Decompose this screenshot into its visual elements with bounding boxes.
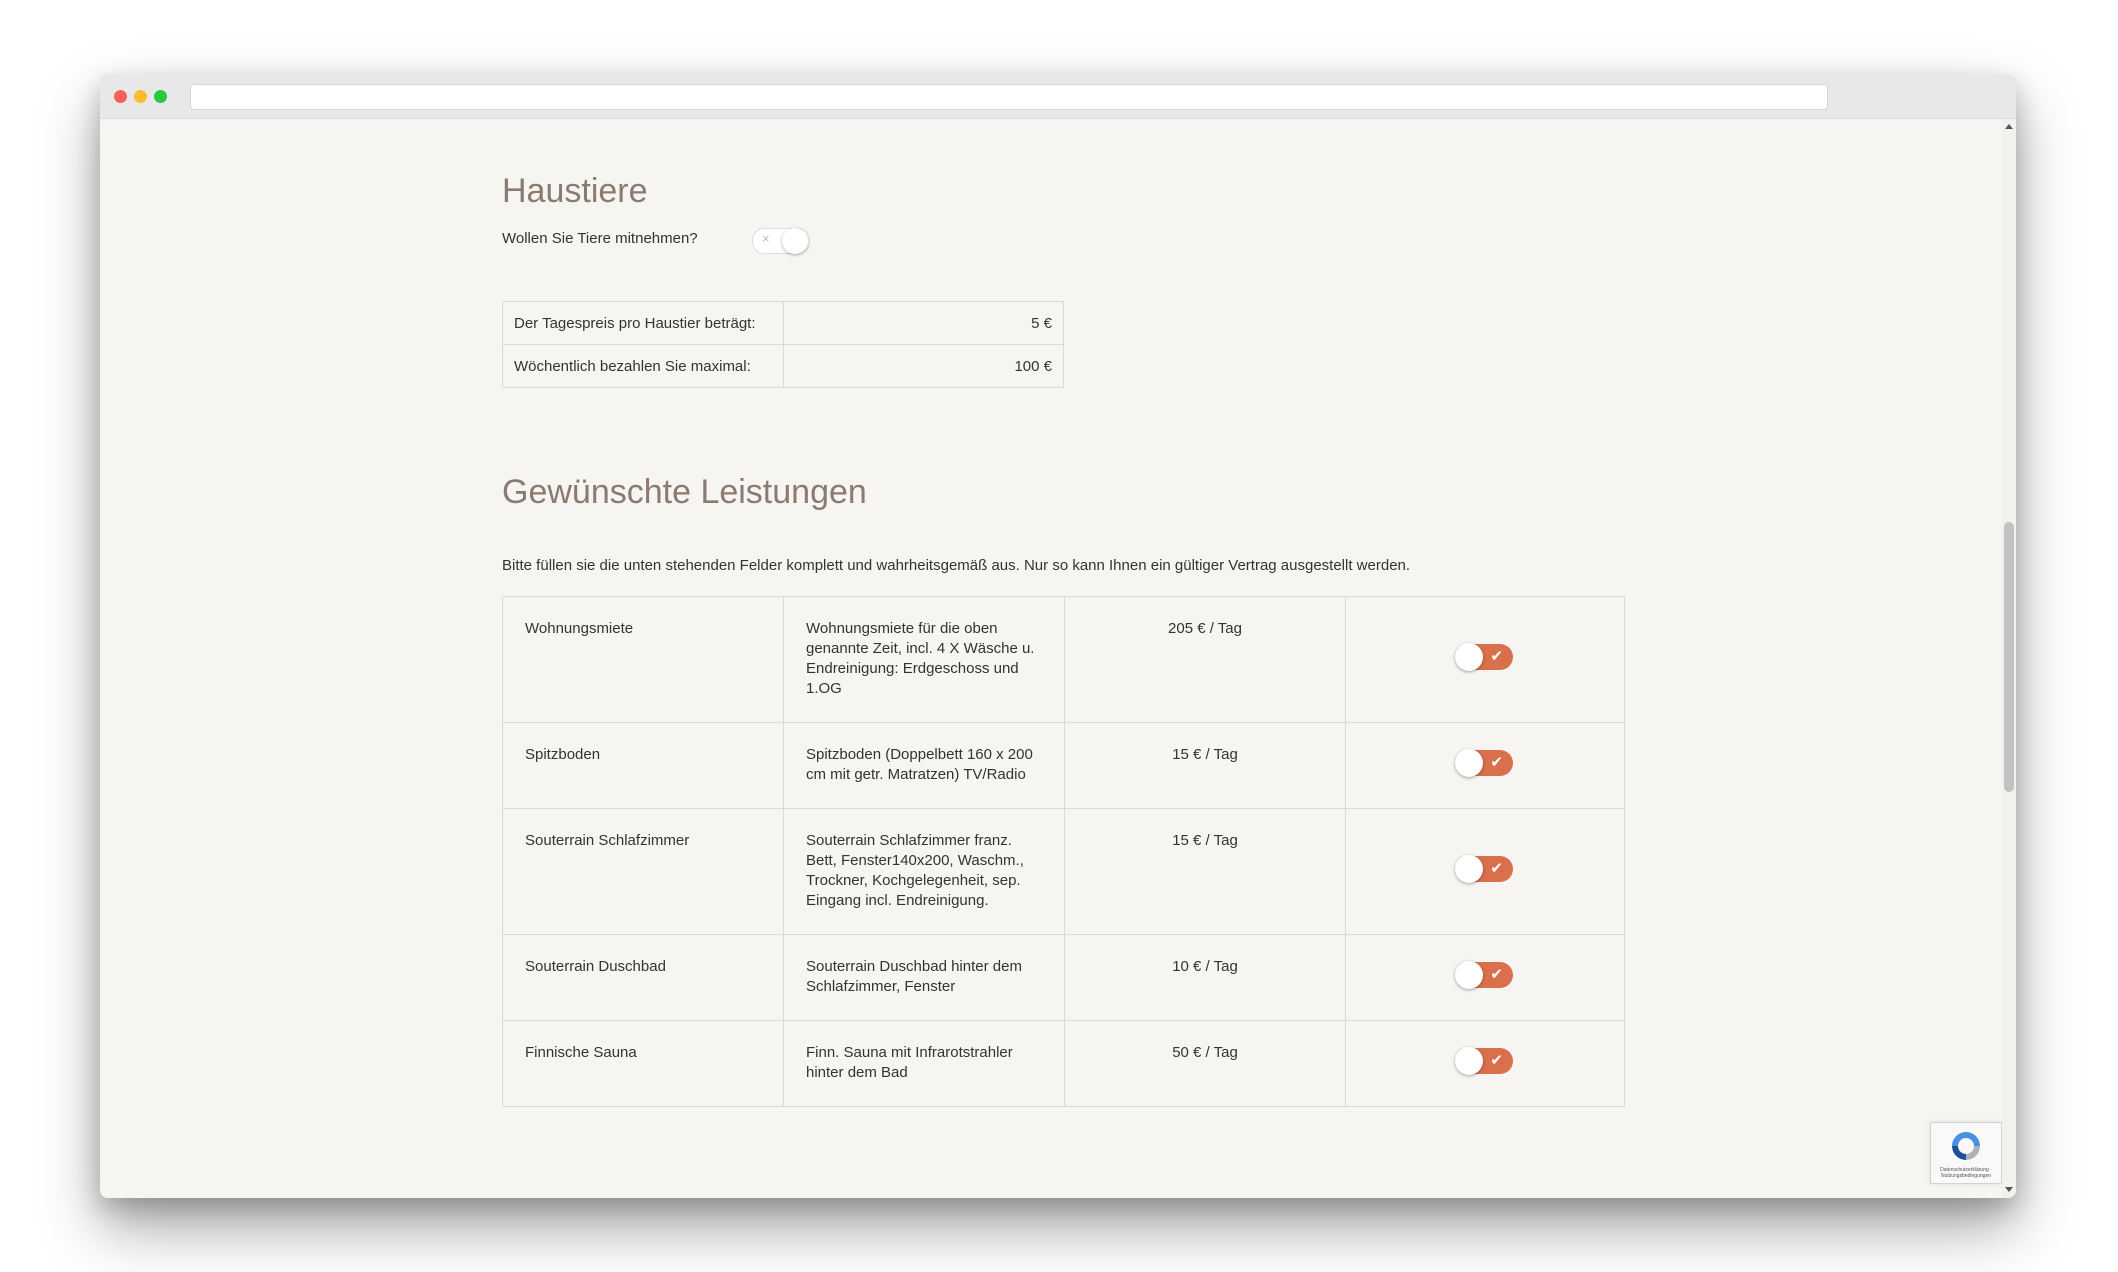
table-row: Souterrain Duschbad Souterrain Duschbad … [502,934,1625,1021]
checkmark-icon: ✔ [1490,965,1503,983]
service-toggle-cell: ✔ [1345,596,1625,723]
pets-daily-price-label: Der Tagespreis pro Haustier beträgt: [502,301,784,345]
recaptcha-icon [1952,1132,1980,1160]
service-name: Finnische Sauna [502,1020,784,1107]
service-toggle-souterrain-schlafzimmer[interactable]: ✔ [1455,854,1513,883]
services-table: Wohnungsmiete Wohnungsmiete für die oben… [502,596,1625,1107]
table-row: Der Tagespreis pro Haustier beträgt: 5 € [502,301,1064,345]
table-row: Finnische Sauna Finn. Sauna mit Infrarot… [502,1020,1625,1107]
vertical-scrollbar[interactable] [2002,119,2016,1198]
minimize-window-button[interactable] [134,90,147,103]
service-name: Souterrain Schlafzimmer [502,808,784,935]
checkmark-icon: ✔ [1490,859,1503,877]
toggle-knob [782,228,808,254]
address-bar[interactable] [190,84,1828,110]
service-description: Spitzboden (Doppelbett 160 x 200 cm mit … [783,722,1065,809]
service-toggle-cell: ✔ [1345,808,1625,935]
pets-toggle[interactable]: × [752,228,810,254]
service-description: Finn. Sauna mit Infrarotstrahler hinter … [783,1020,1065,1107]
service-toggle-cell: ✔ [1345,722,1625,809]
pets-weekly-max-label: Wöchentlich bezahlen Sie maximal: [502,344,784,388]
browser-window: Haustiere Wollen Sie Tiere mitnehmen? × … [100,74,2016,1198]
toggle-knob [1455,748,1483,777]
table-row: Spitzboden Spitzboden (Doppelbett 160 x … [502,722,1625,809]
service-toggle-cell: ✔ [1345,1020,1625,1107]
service-name: Wohnungsmiete [502,596,784,723]
pets-price-table: Der Tagespreis pro Haustier beträgt: 5 €… [502,301,1064,388]
service-name: Spitzboden [502,722,784,809]
pets-daily-price-value: 5 € [783,301,1064,345]
toggle-knob [1455,642,1483,671]
service-price: 50 € / Tag [1064,1020,1346,1107]
recaptcha-badge[interactable]: Datenschutzerklärung · Nutzungsbedingung… [1930,1122,2002,1184]
service-price: 10 € / Tag [1064,934,1346,1021]
browser-titlebar [100,74,2016,119]
scroll-down-arrow-icon[interactable] [2005,1187,2013,1192]
recaptcha-footer-text: Datenschutzerklärung · Nutzungsbedingung… [1940,1167,1992,1179]
service-toggle-wohnungsmiete[interactable]: ✔ [1455,642,1513,671]
service-description: Wohnungsmiete für die oben genannte Zeit… [783,596,1065,723]
checkmark-icon: ✔ [1490,1051,1503,1069]
close-window-button[interactable] [114,90,127,103]
maximize-window-button[interactable] [154,90,167,103]
toggle-knob [1455,1046,1483,1075]
services-heading: Gewünschte Leistungen [502,473,867,511]
service-description: Souterrain Schlafzimmer franz. Bett, Fen… [783,808,1065,935]
service-toggle-cell: ✔ [1345,934,1625,1021]
service-name: Souterrain Duschbad [502,934,784,1021]
service-toggle-finnische-sauna[interactable]: ✔ [1455,1046,1513,1075]
table-row: Souterrain Schlafzimmer Souterrain Schla… [502,808,1625,935]
pets-question-label: Wollen Sie Tiere mitnehmen? [502,230,698,247]
service-price: 15 € / Tag [1064,722,1346,809]
service-price: 15 € / Tag [1064,808,1346,935]
table-row: Wohnungsmiete Wohnungsmiete für die oben… [502,596,1625,723]
table-row: Wöchentlich bezahlen Sie maximal: 100 € [502,344,1064,388]
toggle-knob [1455,960,1483,989]
scrollbar-thumb[interactable] [2004,522,2014,792]
scroll-up-arrow-icon[interactable] [2005,124,2013,129]
service-toggle-spitzboden[interactable]: ✔ [1455,748,1513,777]
toggle-off-icon: × [762,231,770,246]
page-content: Haustiere Wollen Sie Tiere mitnehmen? × … [100,119,2016,1198]
pets-heading: Haustiere [502,172,648,210]
toggle-knob [1455,854,1483,883]
checkmark-icon: ✔ [1490,647,1503,665]
service-price: 205 € / Tag [1064,596,1346,723]
service-description: Souterrain Duschbad hinter dem Schlafzim… [783,934,1065,1021]
services-intro-text: Bitte füllen sie die unten stehenden Fel… [502,557,1411,574]
pets-weekly-max-value: 100 € [783,344,1064,388]
service-toggle-souterrain-duschbad[interactable]: ✔ [1455,960,1513,989]
checkmark-icon: ✔ [1490,753,1503,771]
